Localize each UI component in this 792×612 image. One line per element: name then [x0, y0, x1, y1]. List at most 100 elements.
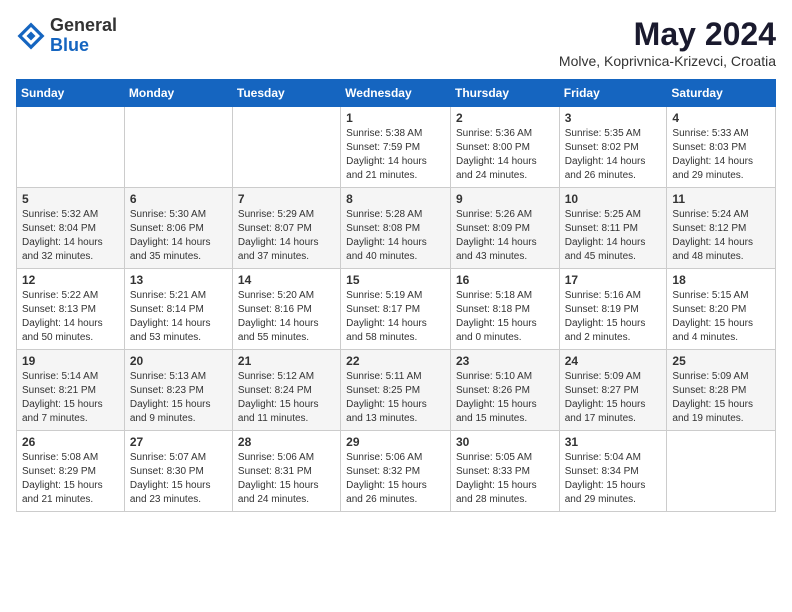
day-number: 2	[456, 111, 554, 125]
day-info: Sunrise: 5:25 AM Sunset: 8:11 PM Dayligh…	[565, 208, 662, 264]
header-cell-tuesday: Tuesday	[232, 80, 340, 107]
day-number: 31	[565, 435, 662, 449]
day-info: Sunrise: 5:33 AM Sunset: 8:03 PM Dayligh…	[672, 127, 770, 183]
calendar-cell: 18 Sunrise: 5:15 AM Sunset: 8:20 PM Dayli…	[667, 269, 776, 350]
day-info: Sunrise: 5:32 AM Sunset: 8:04 PM Dayligh…	[22, 208, 119, 264]
calendar-cell: 16 Sunrise: 5:18 AM Sunset: 8:18 PM Dayli…	[450, 269, 559, 350]
calendar-body: 1 Sunrise: 5:38 AM Sunset: 7:59 PM Daylig…	[17, 107, 776, 512]
calendar-cell: 31Sunrise: 5:04 AM Sunset: 8:34 PM Dayli…	[559, 431, 667, 512]
header-cell-saturday: Saturday	[667, 80, 776, 107]
day-number: 13	[130, 273, 227, 287]
calendar-cell: 1 Sunrise: 5:38 AM Sunset: 7:59 PM Daylig…	[341, 107, 451, 188]
calendar-cell: 24Sunrise: 5:09 AM Sunset: 8:27 PM Dayli…	[559, 350, 667, 431]
day-info: Sunrise: 5:13 AM Sunset: 8:23 PM Dayligh…	[130, 370, 227, 426]
day-info: Sunrise: 5:22 AM Sunset: 8:13 PM Dayligh…	[22, 289, 119, 345]
day-number: 15	[346, 273, 445, 287]
calendar-cell: 20 Sunrise: 5:13 AM Sunset: 8:23 PM Dayli…	[124, 350, 232, 431]
calendar-cell	[124, 107, 232, 188]
calendar-cell: 4 Sunrise: 5:33 AM Sunset: 8:03 PM Daylig…	[667, 107, 776, 188]
logo-icon	[16, 21, 46, 51]
day-number: 14	[238, 273, 335, 287]
day-info: Sunrise: 5:08 AM Sunset: 8:29 PM Dayligh…	[22, 451, 119, 507]
day-info: Sunrise: 5:18 AM Sunset: 8:18 PM Dayligh…	[456, 289, 554, 345]
day-number: 25	[672, 354, 770, 368]
calendar-week-1: 1 Sunrise: 5:38 AM Sunset: 7:59 PM Daylig…	[17, 107, 776, 188]
calendar-cell	[667, 431, 776, 512]
logo: General Blue	[16, 16, 117, 56]
day-info: Sunrise: 5:21 AM Sunset: 8:14 PM Dayligh…	[130, 289, 227, 345]
day-info: Sunrise: 5:28 AM Sunset: 8:08 PM Dayligh…	[346, 208, 445, 264]
calendar-week-2: 5 Sunrise: 5:32 AM Sunset: 8:04 PM Daylig…	[17, 188, 776, 269]
calendar-cell: 8 Sunrise: 5:28 AM Sunset: 8:08 PM Daylig…	[341, 188, 451, 269]
day-number: 28	[238, 435, 335, 449]
calendar-cell: 30Sunrise: 5:05 AM Sunset: 8:33 PM Dayli…	[450, 431, 559, 512]
calendar-cell: 11Sunrise: 5:24 AM Sunset: 8:12 PM Dayli…	[667, 188, 776, 269]
day-info: Sunrise: 5:30 AM Sunset: 8:06 PM Dayligh…	[130, 208, 227, 264]
day-number: 20	[130, 354, 227, 368]
calendar-cell: 3 Sunrise: 5:35 AM Sunset: 8:02 PM Daylig…	[559, 107, 667, 188]
day-number: 3	[565, 111, 662, 125]
calendar-week-3: 12 Sunrise: 5:22 AM Sunset: 8:13 PM Dayli…	[17, 269, 776, 350]
calendar-cell: 17 Sunrise: 5:16 AM Sunset: 8:19 PM Dayli…	[559, 269, 667, 350]
calendar-cell: 28 Sunrise: 5:06 AM Sunset: 8:31 PM Dayli…	[232, 431, 340, 512]
day-info: Sunrise: 5:38 AM Sunset: 7:59 PM Dayligh…	[346, 127, 445, 183]
calendar-cell: 27 Sunrise: 5:07 AM Sunset: 8:30 PM Dayli…	[124, 431, 232, 512]
calendar-cell: 15 Sunrise: 5:19 AM Sunset: 8:17 PM Dayli…	[341, 269, 451, 350]
day-number: 22	[346, 354, 445, 368]
calendar-cell: 13 Sunrise: 5:21 AM Sunset: 8:14 PM Dayli…	[124, 269, 232, 350]
day-number: 26	[22, 435, 119, 449]
calendar-cell	[17, 107, 125, 188]
header-row: SundayMondayTuesdayWednesdayThursdayFrid…	[17, 80, 776, 107]
day-info: Sunrise: 5:06 AM Sunset: 8:32 PM Dayligh…	[346, 451, 445, 507]
calendar-cell: 19Sunrise: 5:14 AM Sunset: 8:21 PM Dayli…	[17, 350, 125, 431]
day-info: Sunrise: 5:36 AM Sunset: 8:00 PM Dayligh…	[456, 127, 554, 183]
calendar-cell: 22 Sunrise: 5:11 AM Sunset: 8:25 PM Dayli…	[341, 350, 451, 431]
day-info: Sunrise: 5:07 AM Sunset: 8:30 PM Dayligh…	[130, 451, 227, 507]
header-cell-monday: Monday	[124, 80, 232, 107]
day-info: Sunrise: 5:06 AM Sunset: 8:31 PM Dayligh…	[238, 451, 335, 507]
day-number: 1	[346, 111, 445, 125]
logo-blue-text: Blue	[50, 36, 117, 56]
day-info: Sunrise: 5:11 AM Sunset: 8:25 PM Dayligh…	[346, 370, 445, 426]
day-info: Sunrise: 5:26 AM Sunset: 8:09 PM Dayligh…	[456, 208, 554, 264]
day-info: Sunrise: 5:20 AM Sunset: 8:16 PM Dayligh…	[238, 289, 335, 345]
day-number: 11	[672, 192, 770, 206]
logo-general-text: General	[50, 16, 117, 36]
day-number: 6	[130, 192, 227, 206]
calendar-cell: 5 Sunrise: 5:32 AM Sunset: 8:04 PM Daylig…	[17, 188, 125, 269]
logo-text: General Blue	[50, 16, 117, 56]
day-number: 8	[346, 192, 445, 206]
header-cell-friday: Friday	[559, 80, 667, 107]
header-cell-thursday: Thursday	[450, 80, 559, 107]
location: Molve, Koprivnica-Krizevci, Croatia	[559, 53, 776, 69]
calendar-cell: 10Sunrise: 5:25 AM Sunset: 8:11 PM Dayli…	[559, 188, 667, 269]
header-cell-wednesday: Wednesday	[341, 80, 451, 107]
day-number: 18	[672, 273, 770, 287]
day-number: 27	[130, 435, 227, 449]
day-number: 5	[22, 192, 119, 206]
calendar-cell: 12 Sunrise: 5:22 AM Sunset: 8:13 PM Dayli…	[17, 269, 125, 350]
day-number: 4	[672, 111, 770, 125]
day-number: 12	[22, 273, 119, 287]
page-header: General Blue May 2024 Molve, Koprivnica-…	[16, 16, 776, 69]
title-block: May 2024 Molve, Koprivnica-Krizevci, Cro…	[559, 16, 776, 69]
day-info: Sunrise: 5:19 AM Sunset: 8:17 PM Dayligh…	[346, 289, 445, 345]
day-number: 19	[22, 354, 119, 368]
calendar-cell: 26 Sunrise: 5:08 AM Sunset: 8:29 PM Dayli…	[17, 431, 125, 512]
day-info: Sunrise: 5:16 AM Sunset: 8:19 PM Dayligh…	[565, 289, 662, 345]
day-info: Sunrise: 5:15 AM Sunset: 8:20 PM Dayligh…	[672, 289, 770, 345]
day-info: Sunrise: 5:09 AM Sunset: 8:28 PM Dayligh…	[672, 370, 770, 426]
day-number: 17	[565, 273, 662, 287]
calendar-table: SundayMondayTuesdayWednesdayThursdayFrid…	[16, 79, 776, 512]
calendar-cell: 14 Sunrise: 5:20 AM Sunset: 8:16 PM Dayli…	[232, 269, 340, 350]
header-cell-sunday: Sunday	[17, 80, 125, 107]
day-number: 16	[456, 273, 554, 287]
day-info: Sunrise: 5:35 AM Sunset: 8:02 PM Dayligh…	[565, 127, 662, 183]
day-info: Sunrise: 5:05 AM Sunset: 8:33 PM Dayligh…	[456, 451, 554, 507]
day-info: Sunrise: 5:09 AM Sunset: 8:27 PM Dayligh…	[565, 370, 662, 426]
calendar-cell: 9Sunrise: 5:26 AM Sunset: 8:09 PM Daylig…	[450, 188, 559, 269]
day-info: Sunrise: 5:29 AM Sunset: 8:07 PM Dayligh…	[238, 208, 335, 264]
calendar-cell: 2 Sunrise: 5:36 AM Sunset: 8:00 PM Daylig…	[450, 107, 559, 188]
calendar-cell: 6 Sunrise: 5:30 AM Sunset: 8:06 PM Daylig…	[124, 188, 232, 269]
day-number: 29	[346, 435, 445, 449]
